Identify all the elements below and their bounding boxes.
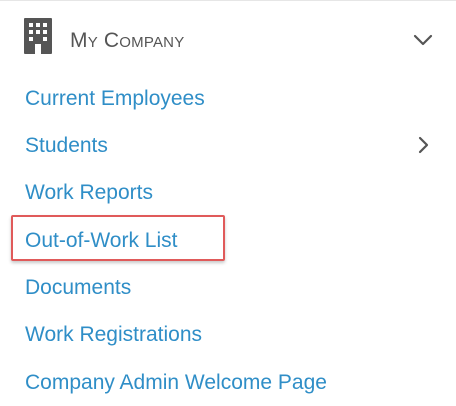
- nav-item-work-registrations[interactable]: Work Registrations: [0, 314, 456, 354]
- nav-item-students[interactable]: Students: [0, 125, 456, 165]
- section-title: My Company: [70, 29, 185, 52]
- nav-item-label: Current Employees: [25, 87, 205, 110]
- chevron-right-icon[interactable]: [416, 133, 432, 157]
- nav-item-work-reports[interactable]: Work Reports: [0, 172, 456, 212]
- nav-item-out-of-work-list[interactable]: Out-of-Work List: [0, 220, 456, 260]
- nav-item-company-admin-welcome-page[interactable]: Company Admin Welcome Page: [0, 362, 456, 402]
- nav-item-current-employees[interactable]: Current Employees: [0, 78, 456, 118]
- chevron-down-icon[interactable]: [408, 28, 438, 52]
- building-icon: [24, 18, 52, 54]
- nav-item-label: Documents: [25, 276, 132, 299]
- nav-item-label: Students: [25, 134, 108, 157]
- nav-item-label: Work Reports: [25, 181, 153, 204]
- nav-item-label: Out-of-Work List: [25, 229, 178, 252]
- my-company-section-header[interactable]: My Company: [0, 14, 456, 70]
- nav-item-label: Work Registrations: [25, 323, 203, 346]
- top-divider: [0, 0, 456, 1]
- nav-item-label: Company Admin Welcome Page: [25, 371, 327, 394]
- nav-item-documents[interactable]: Documents: [0, 267, 456, 307]
